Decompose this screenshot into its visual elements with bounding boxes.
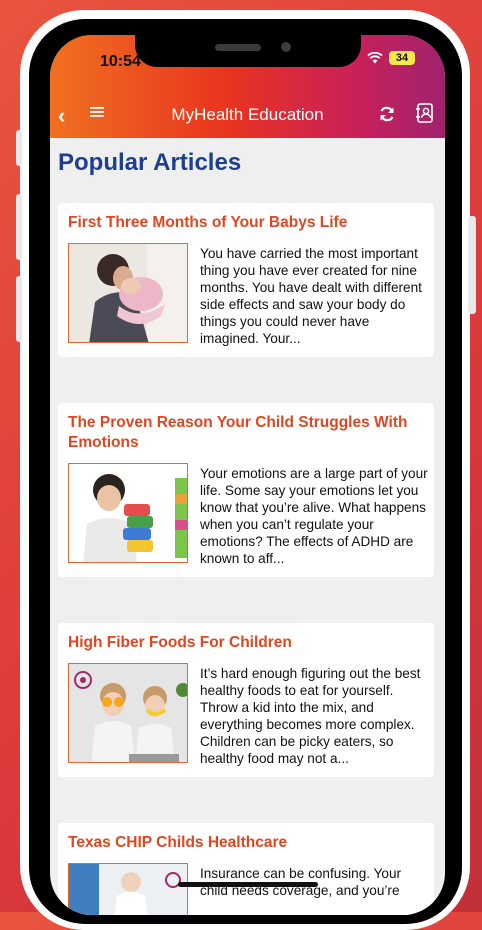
wifi-icon: [367, 52, 383, 64]
article-excerpt: It’s hard enough figuring out the best h…: [200, 666, 421, 766]
battery-indicator: 34: [389, 51, 415, 65]
article-title[interactable]: First Three Months of Your Babys Life: [68, 213, 424, 233]
app-screen: 10:54 34 ‹ MyHealth Education Popular Ar…: [50, 35, 445, 915]
article-card[interactable]: Texas CHIP Childs Healthcare Insurance c…: [58, 823, 434, 915]
article-thumbnail-doctor-child: [68, 863, 188, 915]
article-thumbnail-child-toys: [68, 463, 188, 563]
refresh-icon[interactable]: [378, 105, 396, 128]
status-icons: 34: [367, 51, 415, 65]
side-button-left-1: [16, 130, 22, 166]
page-title: Popular Articles: [58, 149, 242, 176]
article-card[interactable]: High Fiber Foods For Children It’s hard …: [58, 623, 434, 777]
article-excerpt: You have carried the most important thin…: [200, 246, 422, 346]
app-header: 10:54 34 ‹ MyHealth Education: [50, 35, 445, 138]
article-title[interactable]: High Fiber Foods For Children: [68, 633, 424, 653]
side-button-left-3: [16, 276, 22, 342]
status-time: 10:54: [100, 53, 141, 70]
contact-book-icon[interactable]: [416, 103, 434, 128]
article-thumbnail-mother-baby: [68, 243, 188, 343]
home-indicator[interactable]: [178, 882, 318, 887]
article-card[interactable]: The Proven Reason Your Child Struggles W…: [58, 403, 434, 577]
article-excerpt: Your emotions are a large part of your l…: [200, 466, 428, 566]
article-thumbnail-kids-fruit: [68, 663, 188, 763]
speaker: [215, 44, 261, 51]
side-button-left-2: [16, 194, 22, 260]
side-button-right: [468, 216, 476, 314]
article-title[interactable]: Texas CHIP Childs Healthcare: [68, 833, 424, 853]
article-title[interactable]: The Proven Reason Your Child Struggles W…: [68, 413, 424, 453]
article-card[interactable]: First Three Months of Your Babys Life Yo…: [58, 203, 434, 357]
front-camera: [281, 42, 291, 52]
notch: [135, 35, 361, 67]
